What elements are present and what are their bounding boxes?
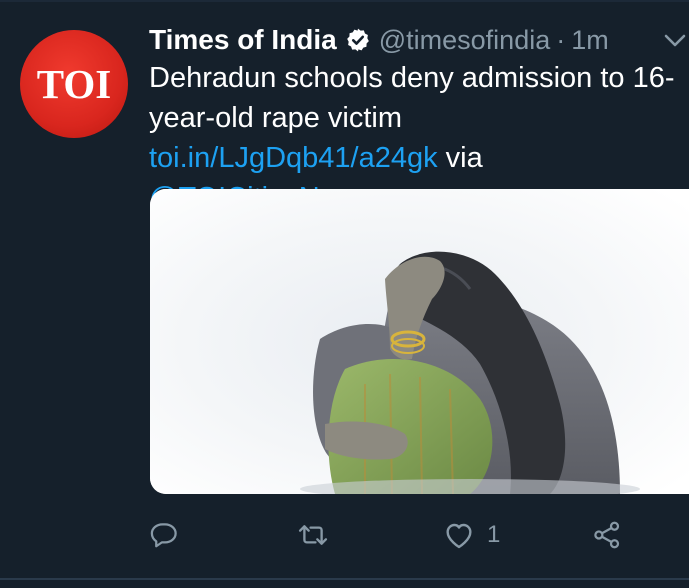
retweet-button[interactable] [297,510,329,560]
share-icon [594,521,620,549]
tweet-card[interactable]: TOI Times of India @timesofindia · 1m De… [0,0,689,588]
verified-badge-icon [345,27,371,53]
user-handle[interactable]: @timesofindia [379,25,550,56]
avatar[interactable]: TOI [20,30,128,138]
reply-icon [150,523,177,548]
timestamp[interactable]: 1m [571,25,609,56]
heart-icon [446,523,472,549]
tweet-header: Times of India @timesofindia · 1m [149,20,609,60]
tweet-link[interactable]: toi.in/LJgDqb41/a24gk [149,142,438,174]
tweet-actions: 1 [0,510,689,560]
tweet-image[interactable] [150,189,689,494]
reply-button[interactable] [150,510,180,560]
like-button[interactable]: 1 [443,510,500,560]
avatar-logo-text: TOI [36,61,112,107]
bottom-divider [0,578,689,580]
like-count: 1 [487,521,501,548]
illustration [150,189,689,494]
chevron-down-icon[interactable] [664,34,686,48]
tweet-text-part: Dehradun schools deny admission to 16-ye… [149,62,675,134]
header-separator: · [556,24,566,55]
share-button[interactable] [592,510,622,560]
display-name[interactable]: Times of India [149,24,337,56]
retweet-icon [298,525,328,545]
top-divider [0,0,689,2]
tweet-text-part: via [437,142,483,174]
